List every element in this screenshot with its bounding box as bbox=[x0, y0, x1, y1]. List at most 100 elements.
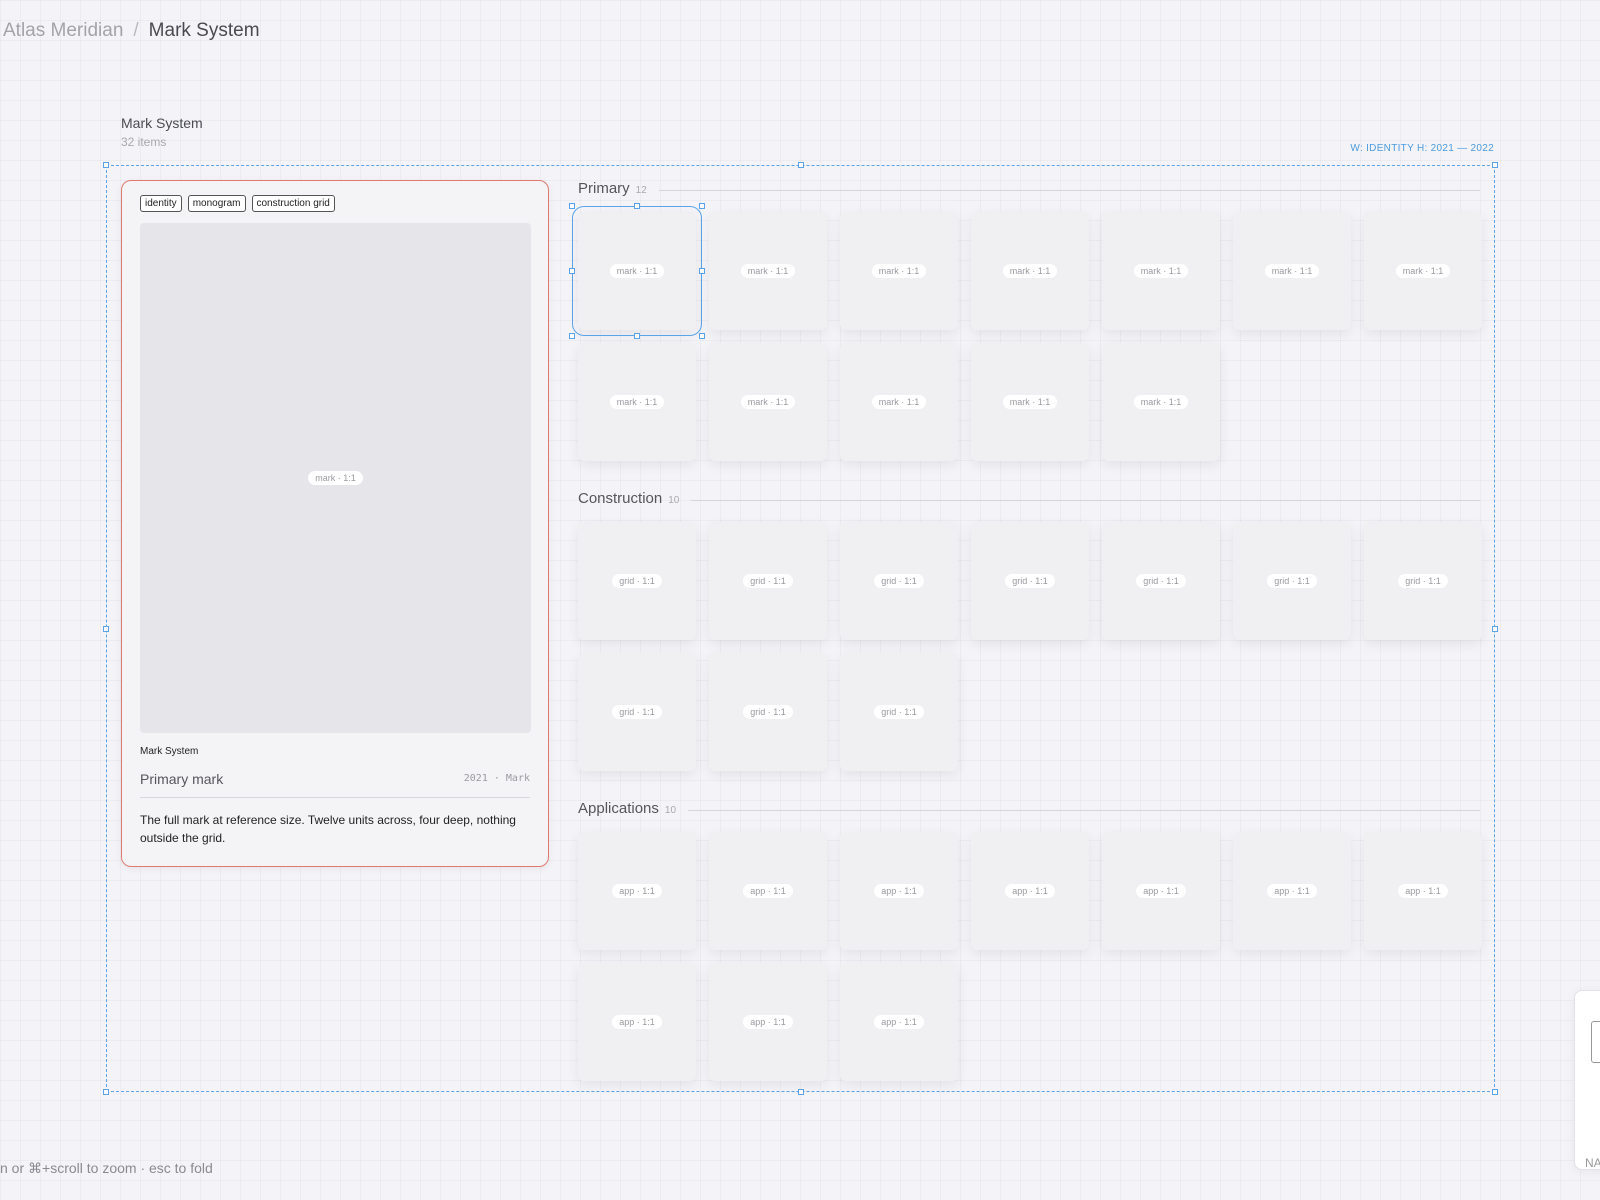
tag-list: identity monogram construction grid bbox=[140, 195, 335, 212]
thumbnail[interactable]: grid · 1:1 bbox=[840, 653, 958, 771]
thumbnail[interactable]: grid · 1:1 bbox=[971, 522, 1089, 640]
thumbnail[interactable]: grid · 1:1 bbox=[1102, 522, 1220, 640]
thumbnail[interactable]: grid · 1:1 bbox=[578, 653, 696, 771]
selection-handle[interactable] bbox=[699, 268, 705, 274]
thumbnail[interactable]: app · 1:1 bbox=[840, 832, 958, 950]
thumbnail-label: app · 1:1 bbox=[1005, 884, 1055, 898]
section-count: 10 bbox=[664, 805, 677, 816]
range-label: W: IDENTITY H: 2021 — 2022 bbox=[1350, 143, 1494, 154]
keyboard-hint: n or ⌘+scroll to zoom · esc to fold bbox=[0, 1160, 213, 1176]
thumbnail-label: app · 1:1 bbox=[1136, 884, 1186, 898]
thumbnail[interactable]: app · 1:1 bbox=[971, 832, 1089, 950]
thumbnail-label: grid · 1:1 bbox=[743, 705, 793, 719]
tag[interactable]: identity bbox=[140, 195, 182, 212]
detail-card[interactable]: identity monogram construction grid mark… bbox=[121, 180, 549, 867]
resize-handle-right[interactable] bbox=[1492, 626, 1498, 632]
resize-handle-top-left[interactable] bbox=[103, 162, 109, 168]
thumbnail-label: grid · 1:1 bbox=[612, 574, 662, 588]
thumbnail[interactable]: app · 1:1 bbox=[1102, 832, 1220, 950]
selection-handle[interactable] bbox=[699, 333, 705, 339]
section-construction: Construction 10 grid · 1:1 grid · 1:1 grid… bbox=[578, 490, 1482, 771]
thumbnail[interactable]: app · 1:1 bbox=[840, 963, 958, 1081]
breadcrumb: Atlas Meridian / Mark System bbox=[3, 20, 260, 42]
thumbnail-label: mark · 1:1 bbox=[609, 395, 665, 409]
selection-handle[interactable] bbox=[699, 203, 705, 209]
selection-handle[interactable] bbox=[569, 203, 575, 209]
thumbnail-label: mark · 1:1 bbox=[871, 264, 927, 278]
thumbnail[interactable]: app · 1:1 bbox=[578, 963, 696, 1081]
thumbnail-label: grid · 1:1 bbox=[1136, 574, 1186, 588]
thumbnail[interactable]: mark · 1:1 bbox=[569, 203, 705, 339]
thumbnail[interactable]: grid · 1:1 bbox=[840, 522, 958, 640]
resize-handle-left[interactable] bbox=[103, 626, 109, 632]
thumbnail-label: app · 1:1 bbox=[743, 1015, 793, 1029]
group-count: 32 items bbox=[121, 135, 167, 149]
thumbnail[interactable]: mark · 1:1 bbox=[1102, 343, 1220, 461]
thumbnail-label: grid · 1:1 bbox=[1398, 574, 1448, 588]
selection-handle[interactable] bbox=[569, 333, 575, 339]
card-collection: Mark System bbox=[140, 746, 199, 757]
resize-handle-top-right[interactable] bbox=[1492, 162, 1498, 168]
panel-toggle[interactable] bbox=[1591, 1021, 1600, 1063]
breadcrumb-parent[interactable]: Atlas Meridian bbox=[3, 20, 123, 42]
breadcrumb-separator: / bbox=[133, 20, 139, 41]
thumbnail-label: grid · 1:1 bbox=[874, 705, 924, 719]
thumbnail[interactable]: app · 1:1 bbox=[1233, 832, 1351, 950]
thumbnail[interactable]: grid · 1:1 bbox=[578, 522, 696, 640]
thumbnail-label: app · 1:1 bbox=[1398, 884, 1448, 898]
section-header: Primary 12 bbox=[578, 180, 1480, 200]
tag[interactable]: monogram bbox=[187, 195, 246, 212]
resize-handle-bottom[interactable] bbox=[798, 1089, 804, 1095]
section-primary: Primary 12 mark · 1:1 mark · 1:1 mark · 1:… bbox=[569, 180, 1482, 461]
group-header: Mark System 32 items bbox=[121, 115, 203, 149]
thumbnail-label: mark · 1:1 bbox=[871, 395, 927, 409]
thumbnail-label: mark · 1:1 bbox=[1395, 264, 1451, 278]
section-title: Applications bbox=[578, 800, 659, 817]
side-panel[interactable]: NA bbox=[1574, 990, 1600, 1170]
thumbnail-label: grid · 1:1 bbox=[1267, 574, 1317, 588]
section-applications: Applications 10 app · 1:1 app · 1:1 app · … bbox=[578, 800, 1482, 1081]
thumbnail-label: mark · 1:1 bbox=[1264, 264, 1320, 278]
thumbnail-label: app · 1:1 bbox=[612, 884, 662, 898]
thumbnail[interactable]: grid · 1:1 bbox=[1233, 522, 1351, 640]
thumbnail[interactable]: mark · 1:1 bbox=[1233, 212, 1351, 330]
thumbnail[interactable]: app · 1:1 bbox=[709, 963, 827, 1081]
breadcrumb-current: Mark System bbox=[148, 20, 260, 41]
thumbnail-label: grid · 1:1 bbox=[1005, 574, 1055, 588]
thumbnail[interactable]: app · 1:1 bbox=[1364, 832, 1482, 950]
resize-handle-bottom-left[interactable] bbox=[103, 1089, 109, 1095]
resize-handle-bottom-right[interactable] bbox=[1492, 1089, 1498, 1095]
thumbnail-label: grid · 1:1 bbox=[612, 705, 662, 719]
thumbnail[interactable]: mark · 1:1 bbox=[971, 212, 1089, 330]
thumbnail[interactable]: mark · 1:1 bbox=[971, 343, 1089, 461]
divider bbox=[688, 809, 1480, 811]
thumb-grid: app · 1:1 app · 1:1 app · 1:1 app · 1:1 app … bbox=[578, 832, 1482, 1081]
thumb-grid: mark · 1:1 mark · 1:1 mark · 1:1 mark · 1:1… bbox=[569, 203, 1482, 461]
thumbnail[interactable]: app · 1:1 bbox=[578, 832, 696, 950]
tag[interactable]: construction grid bbox=[251, 195, 335, 212]
thumbnail[interactable]: grid · 1:1 bbox=[709, 653, 827, 771]
thumbnail[interactable]: mark · 1:1 bbox=[1102, 212, 1220, 330]
thumbnail[interactable]: grid · 1:1 bbox=[1364, 522, 1482, 640]
thumbnail-label: mark · 1:1 bbox=[609, 264, 665, 278]
thumbnail-label: app · 1:1 bbox=[1267, 884, 1317, 898]
thumbnail[interactable]: mark · 1:1 bbox=[578, 343, 696, 461]
thumbnail[interactable]: mark · 1:1 bbox=[840, 212, 958, 330]
thumbnail[interactable]: mark · 1:1 bbox=[840, 343, 958, 461]
thumbnail[interactable]: mark · 1:1 bbox=[1364, 212, 1482, 330]
resize-handle-top[interactable] bbox=[798, 162, 804, 168]
thumb-grid: grid · 1:1 grid · 1:1 grid · 1:1 grid · 1:1… bbox=[578, 522, 1482, 771]
thumbnail-label: app · 1:1 bbox=[743, 884, 793, 898]
preview-image: mark · 1:1 bbox=[140, 223, 531, 733]
section-title: Primary bbox=[578, 180, 630, 197]
thumbnail[interactable]: mark · 1:1 bbox=[709, 343, 827, 461]
selection-handle[interactable] bbox=[634, 333, 640, 339]
thumbnail[interactable]: app · 1:1 bbox=[709, 832, 827, 950]
thumbnail-label: grid · 1:1 bbox=[743, 574, 793, 588]
thumbnail[interactable]: grid · 1:1 bbox=[709, 522, 827, 640]
selection-handle[interactable] bbox=[569, 268, 575, 274]
preview-label: mark · 1:1 bbox=[308, 471, 363, 485]
thumbnail[interactable]: mark · 1:1 bbox=[709, 212, 827, 330]
selection-handle[interactable] bbox=[634, 203, 640, 209]
section-title: Construction bbox=[578, 490, 663, 507]
